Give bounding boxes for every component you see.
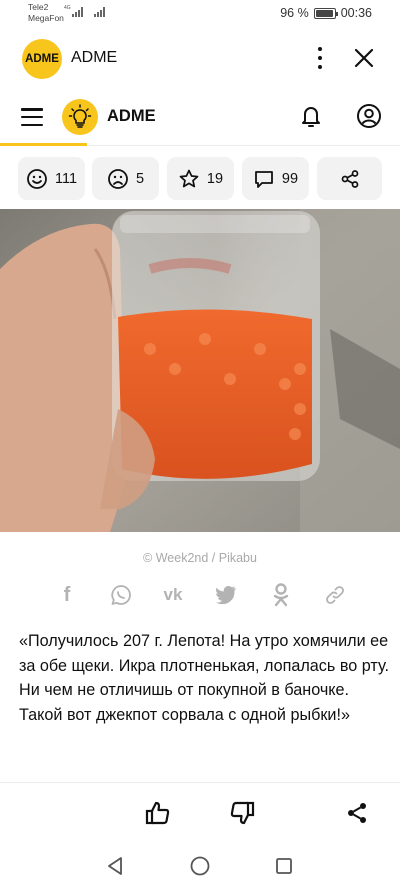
recents-square-icon[interactable]: [272, 854, 296, 878]
carrier-1: Tele2: [28, 2, 49, 12]
hamburger-icon[interactable]: [21, 108, 43, 126]
reaction-count: 5: [135, 170, 145, 187]
status-right: 96 % 00:36: [280, 6, 372, 20]
bookmark-star-button[interactable]: 19: [167, 157, 234, 200]
reaction-count: 99: [281, 170, 299, 187]
carrier-names: Tele2 MegaFon: [28, 2, 64, 24]
reaction-count: 19: [206, 170, 224, 187]
system-nav-bar: [0, 842, 400, 889]
share-links-row: f vk: [0, 580, 400, 610]
app-title: ADME: [71, 49, 118, 66]
share-button[interactable]: [317, 157, 382, 200]
link-icon[interactable]: [320, 580, 350, 610]
whatsapp-icon[interactable]: [106, 580, 136, 610]
site-title[interactable]: ADME: [107, 107, 156, 126]
home-circle-icon[interactable]: [188, 854, 212, 878]
star-icon: [179, 169, 199, 187]
user-icon[interactable]: [356, 103, 382, 129]
reaction-count: 111: [54, 170, 78, 187]
close-icon[interactable]: [352, 46, 376, 70]
comments-button[interactable]: 99: [242, 157, 309, 200]
more-vert-icon[interactable]: [310, 45, 330, 71]
thumbs-down-icon[interactable]: [226, 797, 258, 829]
smile-icon: [27, 168, 47, 189]
reaction-smile-button[interactable]: 111: [18, 157, 85, 200]
clock: 00:36: [340, 6, 372, 20]
back-triangle-icon[interactable]: [103, 854, 127, 878]
bell-icon[interactable]: [299, 103, 323, 129]
photo-caption: © Week2nd / Pikabu: [143, 551, 257, 565]
app-logo: ADME: [22, 39, 62, 79]
article-photo: [0, 209, 400, 532]
battery-percent: 96 %: [280, 6, 309, 20]
share-icon[interactable]: [341, 797, 373, 829]
network-type-tag: 4G: [64, 5, 71, 11]
odnoklassniki-icon[interactable]: [266, 580, 296, 610]
reactions-bar: 111 5 19 99: [0, 157, 400, 201]
reaction-sad-button[interactable]: 5: [92, 157, 159, 200]
signal-icon: [94, 7, 105, 17]
twitter-icon[interactable]: [211, 580, 241, 610]
site-header: ADME: [0, 94, 400, 146]
carrier-2: MegaFon: [28, 13, 64, 23]
comment-icon: [255, 170, 273, 188]
sad-icon: [108, 168, 128, 189]
status-bar: Tele2 MegaFon 4G 96 % 00:36: [0, 0, 400, 28]
reading-progress-bar: [0, 143, 87, 146]
bottom-toolbar: [0, 782, 400, 842]
thumbs-up-icon[interactable]: [142, 797, 174, 829]
app-header: ADME ADME: [0, 32, 400, 84]
lightbulb-icon[interactable]: [62, 99, 98, 135]
share-icon: [341, 169, 358, 188]
article-quote: «Получилось 207 г. Лепота! На утро хомяч…: [19, 632, 389, 724]
battery-icon: [313, 7, 338, 19]
facebook-icon[interactable]: f: [52, 580, 82, 610]
vk-icon[interactable]: vk: [158, 580, 188, 610]
signal-icon: [72, 7, 83, 17]
